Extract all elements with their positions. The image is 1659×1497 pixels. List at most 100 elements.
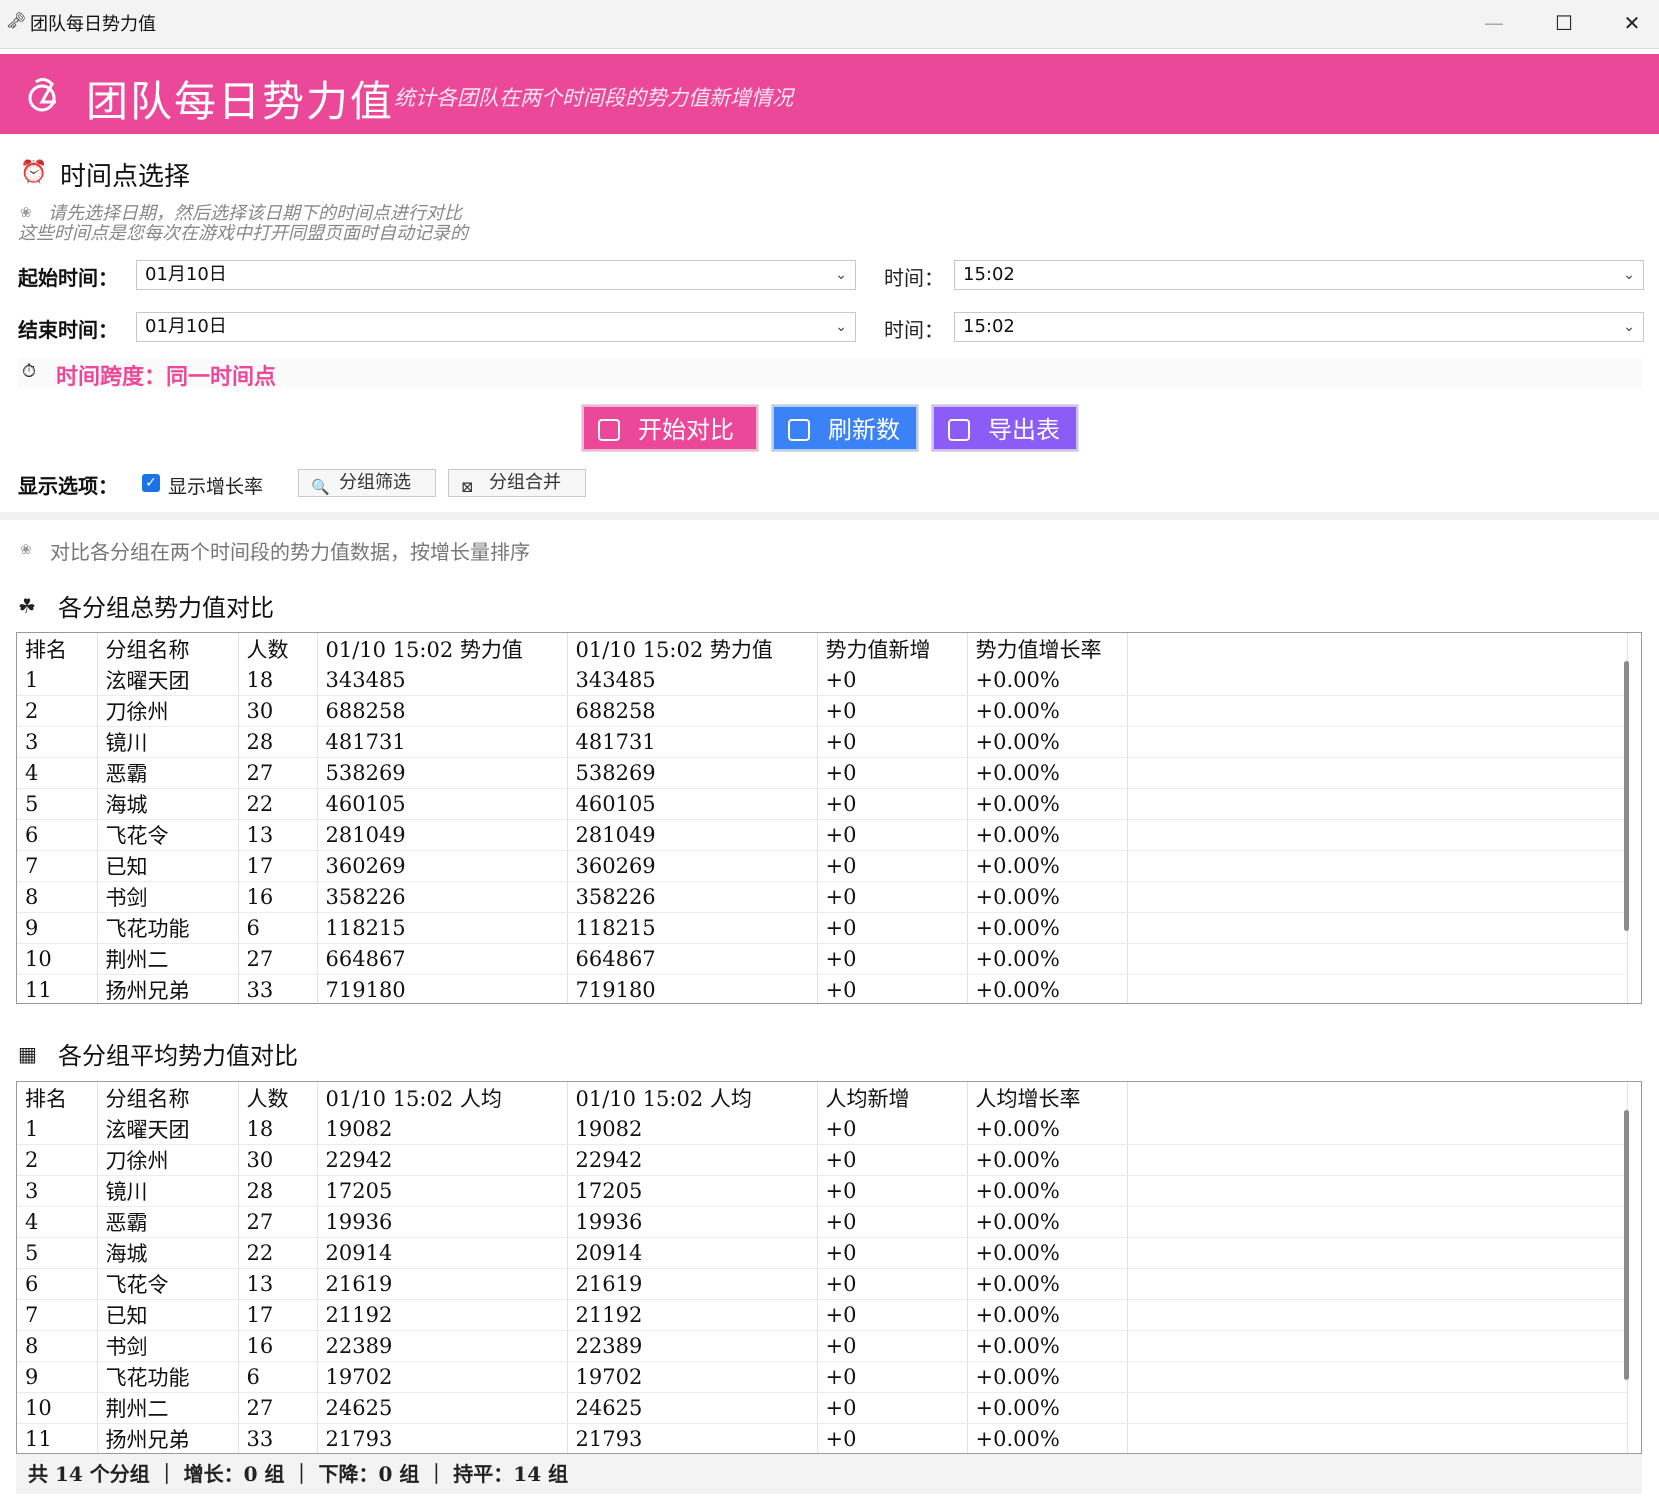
table-row[interactable]: 5 海城 22 20914 20914 +0 +0.00%: [17, 1237, 1628, 1269]
table-cell: 481731: [567, 726, 818, 758]
refresh-button[interactable]: 刷新数据: [772, 405, 918, 490]
column-header[interactable]: 人数: [238, 633, 318, 665]
column-header[interactable]: 01/10 15:02 势力值: [317, 633, 568, 665]
end-date-select[interactable]: 01月10日 ⌄: [136, 312, 856, 342]
column-header[interactable]: 势力值增长率: [967, 633, 1128, 665]
column-header[interactable]: 势力值新增: [817, 633, 968, 665]
table-row[interactable]: 3 镜川 28 481731 481731 +0 +0.00%: [17, 726, 1628, 758]
minimize-button[interactable]: —: [1471, 8, 1517, 38]
table-cell: 飞花令: [97, 1268, 239, 1300]
table-cell-filler: [1127, 943, 1628, 975]
table-row[interactable]: 10 荆州二 27 24625 24625 +0 +0.00%: [17, 1392, 1628, 1424]
table-cell: +0.00%: [967, 1392, 1128, 1424]
table-row[interactable]: 9 飞花功能 6 118215 118215 +0 +0.00%: [17, 912, 1628, 944]
column-header[interactable]: 01/10 15:02 势力值: [567, 633, 818, 665]
table-row[interactable]: 2 刀徐州 30 22942 22942 +0 +0.00%: [17, 1144, 1628, 1176]
table-cell: +0: [817, 695, 968, 727]
chevron-down-icon: ⌄: [835, 267, 847, 283]
table-cell: +0: [817, 1423, 968, 1453]
table-cell: 17205: [317, 1175, 568, 1207]
table-cell: 13: [238, 819, 318, 851]
table-cell: 21192: [317, 1299, 568, 1331]
table-cell-filler: [1127, 1114, 1628, 1145]
table-row[interactable]: 11 扬州兄弟 33 21793 21793 +0 +0.00%: [17, 1423, 1628, 1453]
table-cell: +0.00%: [967, 1330, 1128, 1362]
column-header[interactable]: 01/10 15:02 人均: [567, 1082, 818, 1114]
column-header[interactable]: 排名: [17, 1082, 98, 1114]
table-cell: 118215: [567, 912, 818, 944]
show-growth-checkbox[interactable]: ✓: [142, 474, 160, 492]
table-cell: 358226: [567, 881, 818, 913]
table-cell-filler: [1127, 1206, 1628, 1238]
table-cell: +0: [817, 1175, 968, 1207]
column-header[interactable]: 01/10 15:02 人均: [317, 1082, 568, 1114]
start-time-select[interactable]: 15:02 ⌄: [954, 260, 1644, 290]
start-time-value: 15:02: [963, 264, 1015, 285]
table-cell-filler: [1127, 1237, 1628, 1269]
table-cell: 19702: [317, 1361, 568, 1393]
window-title: 团队每日势力值: [30, 14, 156, 35]
table-row[interactable]: 4 恶霸 27 19936 19936 +0 +0.00%: [17, 1206, 1628, 1238]
scrollbar[interactable]: [1624, 1110, 1629, 1380]
column-header[interactable]: 分组名称: [97, 633, 239, 665]
table-row[interactable]: 6 飞花令 13 281049 281049 +0 +0.00%: [17, 819, 1628, 851]
table-cell-filler: [1127, 788, 1628, 820]
table-cell: 镜川: [97, 726, 239, 758]
column-header[interactable]: 排名: [17, 633, 98, 665]
start-date-select[interactable]: 01月10日 ⌄: [136, 260, 856, 290]
header-banner: 团队每日势力值 统计各团队在两个时间段的势力值新增情况: [0, 54, 1659, 134]
table-cell: +0: [817, 788, 968, 820]
table-cell: 荆州二: [97, 943, 239, 975]
table-cell: 481731: [317, 726, 568, 758]
compare-button[interactable]: 开始对比: [582, 405, 758, 451]
table-row[interactable]: 8 书剑 16 358226 358226 +0 +0.00%: [17, 881, 1628, 913]
table-row[interactable]: 8 书剑 16 22389 22389 +0 +0.00%: [17, 1330, 1628, 1362]
table-row[interactable]: 11 扬州兄弟 33 719180 719180 +0 +0.00%: [17, 974, 1628, 1003]
table-cell: 30: [238, 1144, 318, 1176]
table-row[interactable]: 1 泫曜天团 18 19082 19082 +0 +0.00%: [17, 1114, 1628, 1145]
group-filter-button[interactable]: 🔍 分组筛选: [298, 469, 436, 497]
team-icon: ☘: [18, 594, 36, 618]
scrollbar[interactable]: [1624, 661, 1629, 931]
column-header[interactable]: 人数: [238, 1082, 318, 1114]
group-merge-button[interactable]: ⊠ 分组合并: [448, 469, 586, 497]
table-cell: 21619: [567, 1268, 818, 1300]
export-button[interactable]: 导出表格: [932, 405, 1078, 490]
export-icon: [948, 419, 970, 441]
total-power-table[interactable]: 排名 分组名称 人数 01/10 15:02 势力值 01/10 15:02 势力值 势力…: [16, 632, 1642, 1004]
table-row[interactable]: 4 恶霸 27 538269 538269 +0 +0.00%: [17, 757, 1628, 789]
start-time-sub-label: 时间：: [884, 266, 944, 290]
table-cell: +0.00%: [967, 1114, 1128, 1145]
table-cell: 飞花令: [97, 819, 239, 851]
options-label: 显示选项：: [18, 474, 118, 498]
table-cell: 10: [17, 943, 98, 975]
close-button[interactable]: ✕: [1609, 8, 1655, 38]
table-cell: 664867: [317, 943, 568, 975]
table-row[interactable]: 6 飞花令 13 21619 21619 +0 +0.00%: [17, 1268, 1628, 1300]
table-row[interactable]: 10 荆州二 27 664867 664867 +0 +0.00%: [17, 943, 1628, 975]
table-cell: 719180: [317, 974, 568, 1003]
show-growth-label[interactable]: 显示增长率: [168, 472, 263, 499]
chevron-down-icon: ⌄: [835, 319, 847, 335]
table-row[interactable]: 1 泫曜天团 18 343485 343485 +0 +0.00%: [17, 665, 1628, 696]
table-row[interactable]: 3 镜川 28 17205 17205 +0 +0.00%: [17, 1175, 1628, 1207]
avg-table-title: 各分组平均势力值对比: [58, 1042, 298, 1070]
table-row[interactable]: 9 飞花功能 6 19702 19702 +0 +0.00%: [17, 1361, 1628, 1393]
total-table-title: 各分组总势力值对比: [58, 594, 274, 622]
table-row[interactable]: 7 已知 17 360269 360269 +0 +0.00%: [17, 850, 1628, 882]
avg-power-table[interactable]: 排名 分组名称 人数 01/10 15:02 人均 01/10 15:02 人均 人均新增…: [16, 1081, 1642, 1454]
column-header[interactable]: 分组名称: [97, 1082, 239, 1114]
table-cell: 泫曜天团: [97, 665, 239, 696]
table-cell-filler: [1127, 881, 1628, 913]
table-cell: 1: [17, 665, 98, 696]
maximize-button[interactable]: ☐: [1541, 8, 1587, 38]
page-title: 团队每日势力值: [86, 77, 395, 126]
table-cell: +0: [817, 850, 968, 882]
table-row[interactable]: 2 刀徐州 30 688258 688258 +0 +0.00%: [17, 695, 1628, 727]
column-header[interactable]: 人均增长率: [967, 1082, 1128, 1114]
table-row[interactable]: 5 海城 22 460105 460105 +0 +0.00%: [17, 788, 1628, 820]
table-cell: 281049: [567, 819, 818, 851]
end-time-select[interactable]: 15:02 ⌄: [954, 312, 1644, 342]
column-header[interactable]: 人均新增: [817, 1082, 968, 1114]
table-row[interactable]: 7 已知 17 21192 21192 +0 +0.00%: [17, 1299, 1628, 1331]
